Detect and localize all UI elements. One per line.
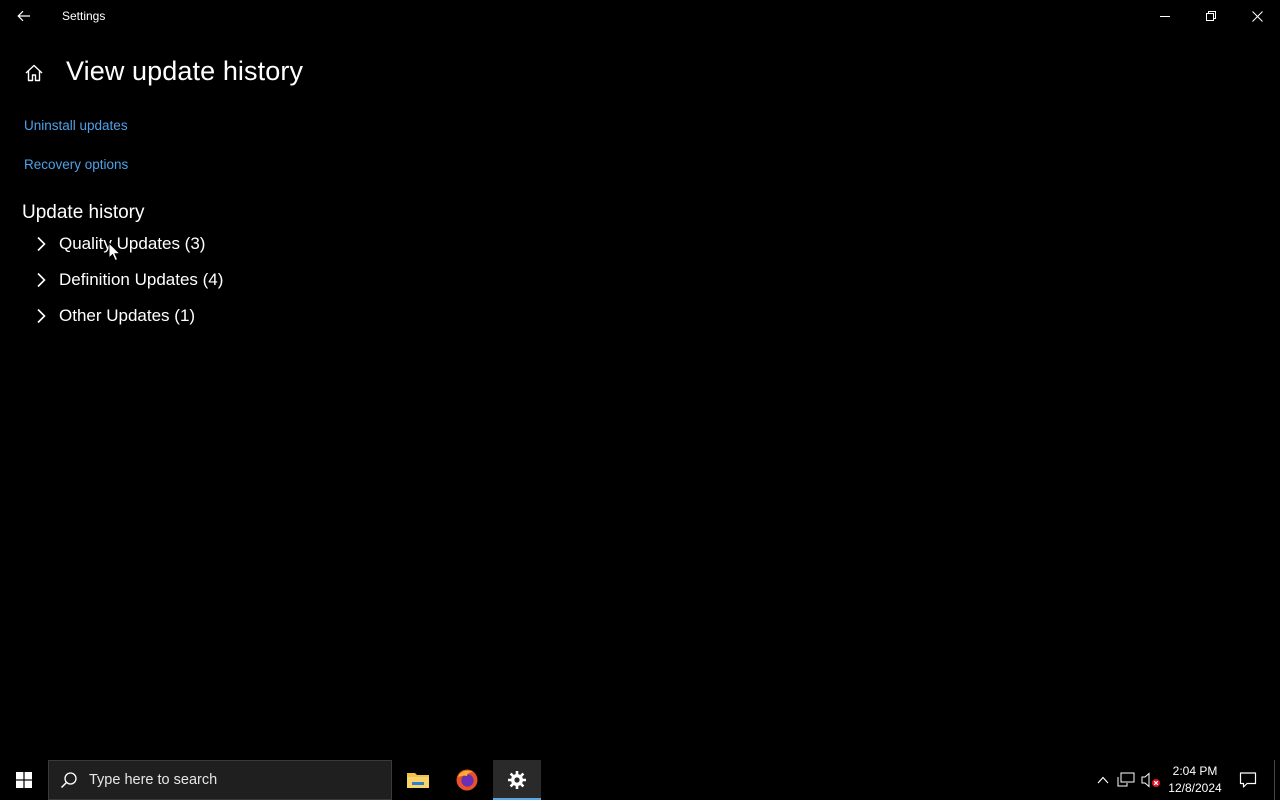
page-title: View update history xyxy=(66,56,304,86)
show-hidden-icons-button[interactable] xyxy=(1094,760,1112,800)
uninstall-updates-link[interactable]: Uninstall updates xyxy=(24,118,128,133)
firefox-icon xyxy=(456,769,478,791)
window-title: Settings xyxy=(62,9,106,23)
network-button[interactable] xyxy=(1116,760,1136,800)
group-label: Other Updates (1) xyxy=(59,306,196,325)
volume-muted-icon xyxy=(1141,772,1160,788)
clock-date: 12/8/2024 xyxy=(1168,781,1222,795)
action-center-button[interactable] xyxy=(1234,760,1262,800)
search-icon xyxy=(49,760,89,800)
taskbar-firefox[interactable] xyxy=(443,760,491,800)
taskbar-file-explorer[interactable] xyxy=(394,760,442,800)
minimize-button[interactable] xyxy=(1142,0,1188,32)
restore-button[interactable] xyxy=(1188,0,1234,32)
definition-updates-group[interactable]: Definition Updates (4) xyxy=(28,264,223,296)
group-label: Definition Updates (4) xyxy=(59,270,224,289)
close-button[interactable] xyxy=(1234,0,1280,32)
minimize-icon xyxy=(1160,16,1170,17)
group-label: Quality Updates (3) xyxy=(59,234,206,253)
gear-icon xyxy=(508,771,526,789)
clock-time: 2:04 PM xyxy=(1172,764,1218,778)
back-button[interactable] xyxy=(0,0,48,32)
taskbar-clock[interactable]: 2:04 PM 12/8/2024 xyxy=(1164,763,1226,797)
chevron-right-icon xyxy=(28,228,54,260)
mouse-cursor-icon xyxy=(108,242,122,262)
title-bar: Settings xyxy=(0,0,1280,32)
taskbar: 2:04 PM 12/8/2024 xyxy=(0,760,1280,800)
search-input[interactable] xyxy=(89,772,379,788)
volume-button[interactable] xyxy=(1140,760,1162,800)
file-explorer-icon xyxy=(407,773,429,788)
recovery-options-link[interactable]: Recovery options xyxy=(24,157,128,172)
taskbar-search[interactable] xyxy=(48,760,392,800)
chevron-right-icon xyxy=(28,264,54,296)
windows-logo-icon xyxy=(16,772,32,788)
show-desktop-button[interactable] xyxy=(1274,760,1280,800)
network-icon xyxy=(1117,772,1135,787)
start-button[interactable] xyxy=(0,760,48,800)
action-center-icon xyxy=(1239,772,1257,788)
chevron-right-icon xyxy=(28,300,54,332)
home-icon xyxy=(25,64,43,82)
update-history-heading: Update history xyxy=(22,202,145,223)
restore-icon xyxy=(1206,11,1216,21)
close-icon xyxy=(1251,10,1263,22)
other-updates-group[interactable]: Other Updates (1) xyxy=(28,300,195,332)
chevron-up-icon xyxy=(1097,776,1109,784)
home-button[interactable] xyxy=(22,61,46,85)
back-arrow-icon xyxy=(17,10,30,22)
taskbar-settings[interactable] xyxy=(493,760,541,800)
